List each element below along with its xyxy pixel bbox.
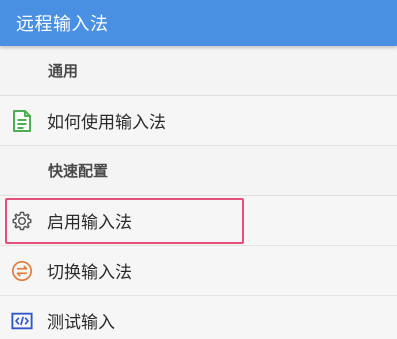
list-item-label: 切换输入法 <box>47 263 132 283</box>
list-item-test-input[interactable]: 测试输入 <box>0 296 397 339</box>
switch-icon <box>11 260 33 282</box>
code-icon <box>11 310 33 332</box>
app-window: 远程输入法 通用 如何使用输入法 快速配置 启用输入法 切换输入法 测试输入 <box>0 0 397 339</box>
list-item-label: 测试输入 <box>47 313 115 333</box>
document-icon <box>11 109 33 132</box>
list-item-label: 如何使用输入法 <box>47 113 166 133</box>
section-header-general: 通用 <box>0 46 397 96</box>
section-header-quick-config: 快速配置 <box>0 146 397 196</box>
app-bar: 远程输入法 <box>0 0 397 46</box>
list-item-how-to-use[interactable]: 如何使用输入法 <box>0 96 397 146</box>
list-item-enable-ime[interactable]: 启用输入法 <box>0 196 397 246</box>
settings-list: 通用 如何使用输入法 快速配置 启用输入法 切换输入法 测试输入 <box>0 46 397 339</box>
app-title: 远程输入法 <box>16 14 109 35</box>
gear-icon <box>11 210 33 232</box>
list-item-switch-ime[interactable]: 切换输入法 <box>0 246 397 296</box>
list-item-label: 启用输入法 <box>47 213 132 233</box>
